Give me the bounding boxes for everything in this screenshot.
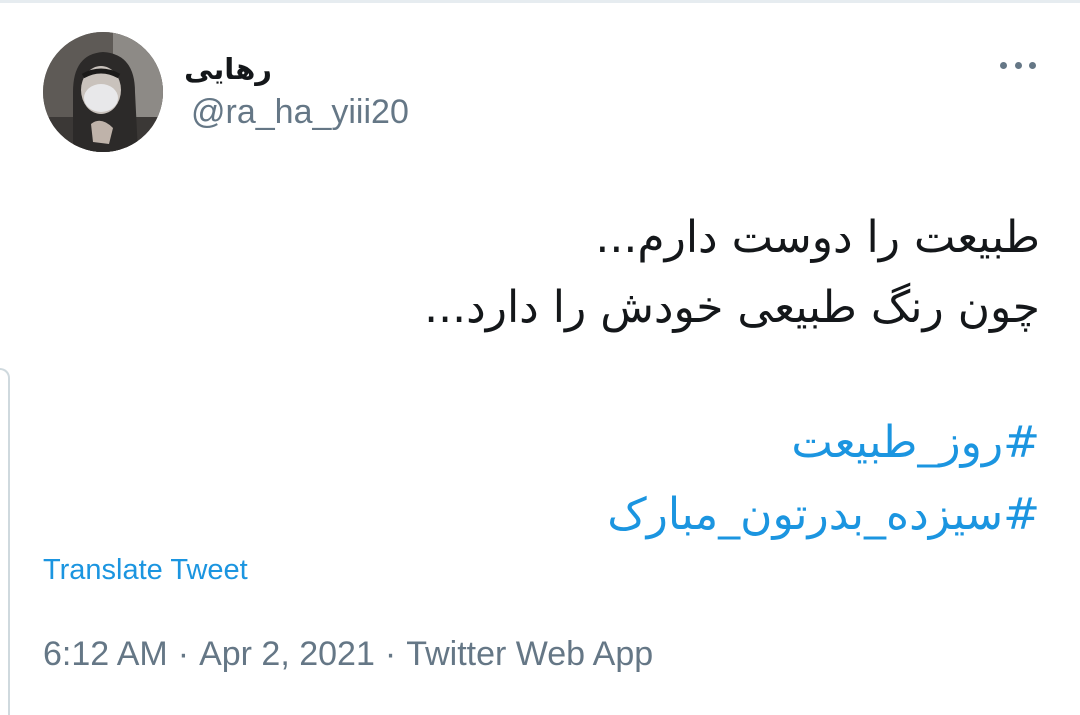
tweet-line: چون رنگ طبیعی خودش را دارد... bbox=[424, 282, 1040, 333]
dot bbox=[1029, 61, 1036, 69]
top-divider bbox=[0, 0, 1080, 3]
author-display-name[interactable]: رهایی bbox=[184, 52, 272, 86]
tweet-source[interactable]: Twitter Web App bbox=[406, 635, 653, 673]
translate-tweet-link[interactable]: Translate Tweet bbox=[43, 554, 248, 587]
separator: · bbox=[384, 635, 397, 673]
hashtag-link[interactable]: #روز_طبیعت bbox=[40, 407, 1040, 479]
panel-edge bbox=[0, 368, 10, 715]
separator: · bbox=[177, 635, 190, 673]
tweet-text: طبیعت را دوست دارم... چون رنگ طبیعی خودش… bbox=[40, 203, 1040, 551]
profile-photo bbox=[43, 32, 163, 152]
more-options-icon[interactable] bbox=[1000, 50, 1036, 80]
hashtag-link[interactable]: #سیزده_بدرتون_مبارک bbox=[40, 479, 1040, 551]
dot bbox=[1000, 61, 1007, 69]
tweet-time[interactable]: 6:12 AM bbox=[43, 635, 168, 673]
dot bbox=[1014, 61, 1022, 69]
tweet-line: طبیعت را دوست دارم... bbox=[595, 212, 1040, 263]
author-handle[interactable]: @ra_ha_yiii20 bbox=[191, 93, 409, 132]
tweet-metadata: 6:12 AM · Apr 2, 2021 · Twitter Web App bbox=[43, 635, 653, 674]
tweet-date[interactable]: Apr 2, 2021 bbox=[199, 635, 375, 673]
avatar[interactable] bbox=[43, 32, 163, 152]
